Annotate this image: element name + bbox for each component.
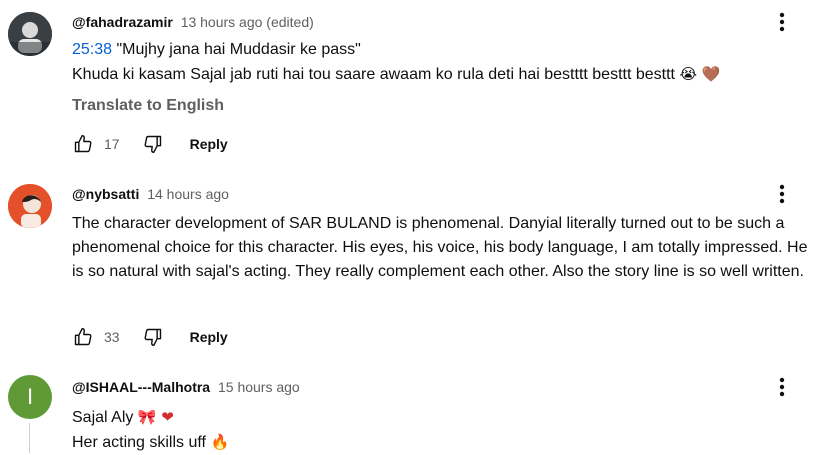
like-button[interactable] [72, 326, 94, 348]
like-count: 17 [104, 136, 120, 152]
comment-header: @nybsatti 14 hours ago [72, 186, 229, 202]
thread-line [29, 423, 30, 453]
thumbs-up-icon [74, 327, 92, 346]
more-vert-icon [779, 12, 785, 32]
avatar[interactable]: I [8, 375, 52, 419]
comment-time[interactable]: 14 hours ago [147, 186, 229, 202]
comment-item: @fahadrazamir 13 hours ago (edited) 25:3… [0, 0, 818, 170]
comment-actions: 17 Reply [72, 132, 228, 156]
comment-text: Sajal Aly 🎀 ❤ Her acting skills uff 🔥 [72, 405, 812, 455]
comment-text-line: Her acting skills uff [72, 434, 206, 451]
comment-header: @ISHAAL---Malhotra 15 hours ago [72, 379, 300, 395]
thumbs-down-icon [144, 328, 161, 347]
author-handle[interactable]: @nybsatti [72, 186, 139, 202]
avatar[interactable] [8, 184, 52, 228]
reply-button[interactable]: Reply [190, 329, 228, 345]
author-handle[interactable]: @ISHAAL---Malhotra [72, 379, 210, 395]
dislike-button[interactable] [142, 133, 164, 155]
comment-header: @fahadrazamir 13 hours ago (edited) [72, 14, 314, 30]
avatar-image [8, 184, 52, 228]
action-menu-button[interactable] [770, 375, 794, 399]
comment-text-line: Khuda ki kasam Sajal jab ruti hai tou sa… [72, 66, 675, 83]
comment-text-line: "Mujhy jana hai Muddasir ke pass" [112, 41, 361, 58]
action-menu-button[interactable] [770, 182, 794, 206]
avatar-letter: I [26, 384, 34, 409]
comment-item: I @ISHAAL---Malhotra 15 hours ago Sajal … [0, 365, 818, 453]
comment-actions: 33 Reply [72, 325, 228, 349]
author-handle[interactable]: @fahadrazamir [72, 14, 173, 30]
like-button[interactable] [72, 133, 94, 155]
thumbs-up-icon [74, 134, 92, 153]
emoji: 😭 🤎 [679, 65, 721, 83]
action-menu-button[interactable] [770, 10, 794, 34]
emoji: 🔥 [210, 433, 230, 451]
comment-text: 25:38 "Mujhy jana hai Muddasir ke pass" … [72, 38, 812, 87]
timestamp-link[interactable]: 25:38 [72, 41, 112, 58]
comment-item: @nybsatti 14 hours ago The character dev… [0, 170, 818, 365]
comment-time[interactable]: 13 hours ago (edited) [181, 14, 314, 30]
comment-text-line: Sajal Aly [72, 409, 134, 426]
comment-text: The character development of SAR BULAND … [72, 215, 808, 280]
comment-time[interactable]: 15 hours ago [218, 379, 300, 395]
more-vert-icon [779, 377, 785, 397]
more-vert-icon [779, 184, 785, 204]
avatar-image [8, 12, 52, 56]
translate-link[interactable]: Translate to English [72, 97, 224, 115]
emoji: 🎀 ❤ [137, 408, 174, 426]
like-count: 33 [104, 329, 120, 345]
thumbs-down-icon [144, 135, 161, 154]
reply-button[interactable]: Reply [190, 136, 228, 152]
dislike-button[interactable] [142, 326, 164, 348]
avatar[interactable] [8, 12, 52, 56]
